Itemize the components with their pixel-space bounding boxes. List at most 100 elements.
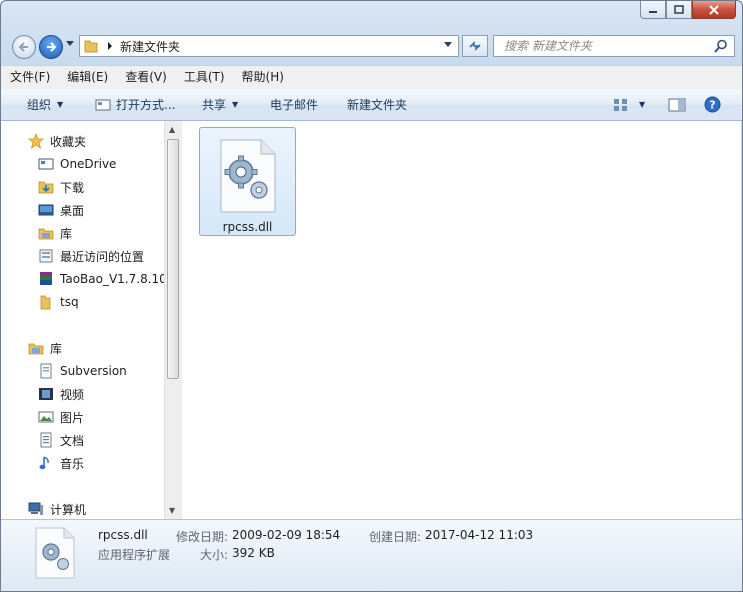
tree-item-onedrive[interactable]: OneDrive: [38, 154, 116, 174]
tree-item-tsq[interactable]: tsq: [38, 292, 79, 312]
chevron-down-icon: ▼: [639, 100, 646, 109]
navigation-scrollbar[interactable]: ▲ ▼: [164, 121, 183, 519]
tree-label: TaoBao_V1.7.8.10_: [60, 272, 164, 286]
maximize-button[interactable]: [666, 1, 692, 19]
forward-button[interactable]: [39, 35, 63, 59]
details-pane: rpcss.dll 应用程序扩展 修改日期: 2009-02-09 18:54 …: [1, 519, 742, 591]
breadcrumb-chevron-icon[interactable]: [106, 41, 114, 51]
share-button[interactable]: 共享 ▼: [202, 89, 238, 120]
minimize-icon: [649, 10, 657, 13]
chevron-down-icon[interactable]: [444, 40, 453, 49]
tree-label: 最近访问的位置: [60, 249, 145, 264]
video-icon: [39, 388, 53, 400]
open-with-icon: [95, 99, 111, 110]
tree-item-taobao[interactable]: TaoBao_V1.7.8.10_: [38, 269, 164, 289]
refresh-button[interactable]: [462, 35, 488, 57]
tree-label: 计算机: [50, 502, 87, 517]
email-button[interactable]: 电子邮件: [270, 89, 318, 120]
recent-pages-dropdown[interactable]: [66, 41, 74, 47]
tree-favorites[interactable]: 收藏夹: [28, 131, 86, 151]
tree-item-recent-places[interactable]: 最近访问的位置: [38, 246, 144, 266]
file-item-selected[interactable]: rpcss.dll: [199, 127, 296, 236]
details-created-value: 2017-04-12 11:03: [425, 528, 534, 542]
tree-item-documents[interactable]: 文档: [38, 430, 84, 450]
folder-icon: [84, 40, 98, 53]
breadcrumb-folder[interactable]: 新建文件夹: [120, 38, 180, 55]
tree-label: OneDrive: [60, 157, 117, 171]
help-button[interactable]: ?: [704, 89, 721, 120]
chevron-down-icon: ▼: [232, 100, 239, 109]
menu-file[interactable]: 文件(F): [1, 66, 58, 89]
tree-label: tsq: [60, 295, 79, 309]
minimize-button[interactable]: [640, 1, 666, 19]
details-file-type: 应用程序扩展: [98, 548, 171, 562]
recent-places-icon: [39, 249, 53, 263]
arrow-right-icon: [47, 42, 57, 52]
tree-item-libraries-link[interactable]: 库: [38, 223, 72, 243]
tree-item-downloads[interactable]: 下载: [38, 177, 84, 197]
archive-icon: [40, 272, 52, 285]
organize-button[interactable]: 组织 ▼: [27, 89, 63, 120]
chevron-down-icon: ▼: [57, 100, 64, 109]
details-modified-value: 2009-02-09 18:54: [232, 528, 341, 542]
music-icon: [39, 456, 49, 470]
svg-text:?: ?: [709, 99, 715, 112]
dll-gear-icon: [220, 139, 276, 213]
change-view-button[interactable]: ▼: [613, 89, 645, 120]
computer-icon: [28, 502, 43, 515]
folder-icon: [40, 295, 51, 310]
menu-help[interactable]: 帮助(H): [233, 66, 292, 89]
pictures-icon: [38, 411, 54, 423]
back-button[interactable]: [12, 35, 36, 59]
address-bar[interactable]: 新建文件夹: [79, 35, 459, 57]
scrollbar-thumb[interactable]: [167, 139, 179, 379]
tree-item-desktop[interactable]: 桌面: [38, 200, 84, 220]
new-folder-button[interactable]: 新建文件夹: [347, 89, 407, 120]
dll-gear-icon: [35, 527, 75, 579]
share-label: 共享: [202, 98, 227, 112]
details-file-name: rpcss.dll: [98, 528, 148, 542]
open-with-button[interactable]: 打开方式...: [95, 89, 175, 120]
tree-label: 文档: [60, 433, 85, 448]
tree-label: Subversion: [60, 364, 127, 378]
tree-label: 图片: [60, 410, 85, 425]
menu-tools[interactable]: 工具(T): [175, 66, 233, 89]
search-icon[interactable]: [714, 39, 728, 53]
tree-item-pictures[interactable]: 图片: [38, 407, 84, 427]
scroll-up-arrow[interactable]: ▲: [169, 125, 175, 134]
details-created-label: 创建日期:: [369, 530, 422, 544]
preview-pane-button[interactable]: [668, 89, 686, 120]
documents-icon: [40, 432, 52, 448]
tree-item-music[interactable]: 音乐: [38, 453, 84, 473]
email-label: 电子邮件: [270, 98, 319, 112]
document-library-icon: [40, 363, 52, 379]
tree-label: 音乐: [60, 456, 85, 471]
details-size-value: 392 KB: [232, 546, 275, 560]
tree-item-subversion[interactable]: Subversion: [38, 361, 127, 381]
menu-edit[interactable]: 编辑(E): [58, 66, 116, 89]
view-icon: [614, 98, 627, 111]
file-name[interactable]: rpcss.dll: [200, 220, 295, 234]
refresh-icon: [469, 41, 481, 51]
details-modified-label: 修改日期:: [176, 530, 229, 544]
menu-bar: 文件(F) 编辑(E) 查看(V) 工具(T) 帮助(H): [1, 65, 742, 89]
tree-label: 桌面: [60, 203, 85, 218]
library-icon: [38, 228, 54, 240]
menu-view[interactable]: 查看(V): [116, 66, 175, 89]
onedrive-icon: [38, 158, 54, 170]
organize-label: 组织: [27, 98, 52, 112]
tree-label: 下载: [60, 180, 85, 195]
tree-libraries[interactable]: 库: [28, 338, 62, 358]
library-icon: [28, 343, 44, 355]
tree-label: 库: [60, 226, 73, 241]
tree-label: 库: [50, 341, 63, 356]
scroll-down-arrow[interactable]: ▼: [169, 506, 175, 515]
command-bar: 组织 ▼ 打开方式... 共享 ▼ 电子邮件 新建文件夹 ▼ ?: [1, 89, 742, 121]
tree-label: 视频: [60, 387, 85, 402]
file-list-pane[interactable]: rpcss.dll: [182, 121, 741, 519]
close-button[interactable]: [692, 1, 736, 19]
tree-item-videos[interactable]: 视频: [38, 384, 84, 404]
search-input[interactable]: [502, 38, 706, 54]
tree-computer[interactable]: 计算机: [28, 499, 86, 519]
search-box[interactable]: [493, 35, 735, 57]
